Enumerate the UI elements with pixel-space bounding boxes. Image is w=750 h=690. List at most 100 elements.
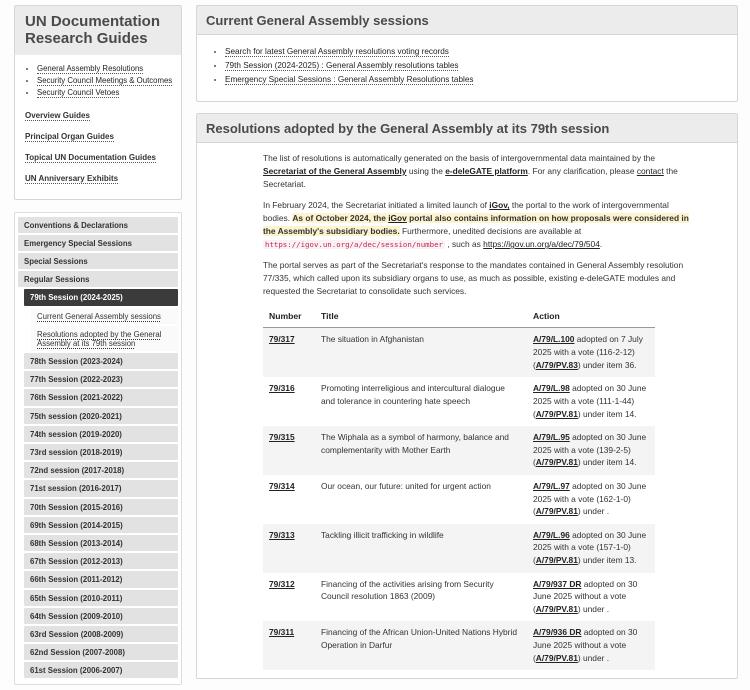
sidebar-item-label: 77th Session (2022-2023) xyxy=(30,375,123,384)
guide-bold-link[interactable]: Principal Organ Guides xyxy=(25,132,114,142)
sidebar-session-item[interactable]: 75th session (2020-2021) xyxy=(24,408,178,424)
resolution-number-cell: 79/314 xyxy=(263,475,315,524)
sidebar-session-item[interactable]: 72nd session (2017-2018) xyxy=(24,462,178,478)
inline-link[interactable]: Secretariat of the General Assembly xyxy=(263,166,407,176)
resolution-number-link[interactable]: 79/314 xyxy=(269,481,295,491)
sidebar-item-label: 71st session (2016-2017) xyxy=(30,484,121,493)
resolution-number-link[interactable]: 79/316 xyxy=(269,383,295,393)
current-session-link-item: Search for latest General Assembly resol… xyxy=(225,47,727,56)
inline-link[interactable]: contact xyxy=(637,166,664,176)
current-session-link[interactable]: Emergency Special Sessions : General Ass… xyxy=(225,75,473,85)
inline-link[interactable]: A/79/L.98 xyxy=(533,383,570,393)
main-content: Current General Assembly sessions Search… xyxy=(196,5,742,690)
sidebar-session-item[interactable]: 68th Session (2013-2014) xyxy=(24,535,178,551)
resolution-title-cell: Promoting interreligious and intercultur… xyxy=(315,377,527,426)
sidebar-session-item[interactable]: 67th Session (2012-2013) xyxy=(24,553,178,569)
column-header-number: Number xyxy=(263,306,315,328)
resolution-title-cell: The Wiphala as a symbol of harmony, bala… xyxy=(315,426,527,475)
sidebar-session-item[interactable]: 63rd Session (2008-2009) xyxy=(24,626,178,642)
guide-bold-link[interactable]: UN Anniversary Exhibits xyxy=(25,174,118,184)
resolution-number-link[interactable]: 79/312 xyxy=(269,579,295,589)
sidebar-session-item[interactable]: Special Sessions xyxy=(18,253,178,269)
inline-link[interactable]: https://igov.un.org/a/dec/79/504 xyxy=(483,239,600,249)
sidebar-session-item[interactable]: 70th Session (2015-2016) xyxy=(24,499,178,515)
sidebar-session-item[interactable]: 76th Session (2021-2022) xyxy=(24,389,178,405)
table-row: 79/311Financing of the African Union-Uni… xyxy=(263,621,655,670)
resolution-number-link[interactable]: 79/311 xyxy=(269,627,294,637)
sidebar-session-item[interactable]: 66th Session (2011-2012) xyxy=(24,571,178,587)
sidebar-item-label: 63rd Session (2008-2009) xyxy=(30,630,123,639)
current-session-link-item: 79th Session (2024-2025) : General Assem… xyxy=(225,61,727,70)
inline-link[interactable]: A/79/L.95 xyxy=(533,432,570,442)
text-segment: ) under item 13. xyxy=(578,555,637,565)
resolution-number-cell: 79/313 xyxy=(263,524,315,573)
sidebar-subpage-link[interactable]: Resolutions adopted by the General Assem… xyxy=(31,326,178,351)
resolution-number-link[interactable]: 79/317 xyxy=(269,334,295,344)
sidebar-session-item[interactable]: Regular Sessions xyxy=(18,271,178,287)
table-row: 79/312Financing of the activities arisin… xyxy=(263,573,655,622)
inline-link[interactable]: A/79/L.97 xyxy=(533,481,570,491)
sidebar-session-item[interactable]: 61st Session (2006-2007) xyxy=(24,662,178,678)
sidebar-session-item[interactable]: 74th session (2019-2020) xyxy=(24,426,178,442)
resolution-number-link[interactable]: 79/315 xyxy=(269,432,295,442)
resolution-action-cell: A/79/L.96 adopted on 30 June 2025 with a… xyxy=(527,524,655,573)
guide-link[interactable]: Security Council Meetings & Outcomes xyxy=(37,76,172,86)
sidebar-session-item[interactable]: 78th Session (2023-2024) xyxy=(24,353,178,369)
sidebar-item-active-session[interactable]: 79th Session (2024-2025) xyxy=(24,289,178,305)
sidebar-session-item[interactable]: Conventions & Declarations xyxy=(18,217,178,233)
inline-link[interactable]: A/79/PV.81 xyxy=(536,506,578,516)
guide-bold-link[interactable]: Overview Guides xyxy=(25,111,90,121)
guide-bold-link[interactable]: Topical UN Documentation Guides xyxy=(25,153,156,163)
guide-link[interactable]: General Assembly Resolutions xyxy=(37,64,143,74)
inline-link[interactable]: A/79/PV.81 xyxy=(536,604,578,614)
current-sessions-links: Search for latest General Assembly resol… xyxy=(209,47,727,84)
inline-link[interactable]: e-deleGATE platform xyxy=(445,166,528,176)
inline-link[interactable]: iGov, xyxy=(489,200,509,210)
inline-link[interactable]: A/79/L.96 xyxy=(533,530,570,540)
text-segment: ) under item 14. xyxy=(578,409,637,419)
current-session-link[interactable]: 79th Session (2024-2025) : General Assem… xyxy=(225,61,458,71)
sidebar-item-label: 75th session (2020-2021) xyxy=(30,412,122,421)
sidebar-item-label: 61st Session (2006-2007) xyxy=(30,666,122,675)
sidebar-session-item[interactable]: 62nd Session (2007-2008) xyxy=(24,644,178,660)
guide-link[interactable]: Security Council Vetoes xyxy=(37,88,119,98)
table-row: 79/314Our ocean, our future: united for … xyxy=(263,475,655,524)
inline-link[interactable]: A/79/936 DR xyxy=(533,627,581,637)
sidebar-item-label: Special Sessions xyxy=(24,257,88,266)
inline-link[interactable]: iGov xyxy=(388,213,407,223)
sidebar-subpage-link[interactable]: Current General Assembly sessions xyxy=(31,308,178,324)
text-segment: ) under . xyxy=(578,506,609,516)
sidebar-item-label: 68th Session (2013-2014) xyxy=(30,539,123,548)
text-segment: As of October 2024, the xyxy=(292,213,388,223)
sidebar-session-item[interactable]: 64th Session (2009-2010) xyxy=(24,608,178,624)
sidebar-item-label: 62nd Session (2007-2008) xyxy=(30,648,125,657)
inline-link[interactable]: A/79/PV.81 xyxy=(536,653,578,663)
resolutions-card: Resolutions adopted by the General Assem… xyxy=(196,113,738,679)
sidebar-session-item[interactable]: 77th Session (2022-2023) xyxy=(24,371,178,387)
sidebar: UN Documentation Research Guides General… xyxy=(14,5,182,690)
resolution-number-link[interactable]: 79/313 xyxy=(269,530,295,540)
table-row: 79/313 Tackling illicit trafficking in wi… xyxy=(263,524,655,573)
inline-link[interactable]: A/79/L.100 xyxy=(533,334,574,344)
column-header-action: Action xyxy=(527,306,655,328)
sidebar-item-label: 65th Session (2010-2011) xyxy=(30,594,122,603)
inline-link[interactable]: A/79/937 DR xyxy=(533,579,581,589)
resolution-number-cell: 79/312 xyxy=(263,573,315,622)
sidebar-session-item[interactable]: 73rd session (2018-2019) xyxy=(24,444,178,460)
current-session-link[interactable]: Search for latest General Assembly resol… xyxy=(225,47,449,57)
sidebar-session-item[interactable]: 65th Session (2010-2011) xyxy=(24,590,178,606)
table-row: 79/317The situation in AfghanistanA/79/L… xyxy=(263,328,655,377)
resolution-title-cell: Tackling illicit trafficking in wildlife xyxy=(315,524,527,573)
inline-link[interactable]: A/79/PV.81 xyxy=(536,409,578,419)
text-segment: The portal serves as part of the Secreta… xyxy=(263,260,683,296)
inline-link[interactable]: A/79/PV.81 xyxy=(536,457,578,467)
resolution-number-cell: 79/316 xyxy=(263,377,315,426)
inline-link[interactable]: A/79/PV.81 xyxy=(536,555,578,565)
code-snippet: https://igov.un.org/a/dec/session/number xyxy=(263,240,445,249)
inline-link[interactable]: A/79/PV.83 xyxy=(536,360,578,370)
sidebar-session-item[interactable]: 71st session (2016-2017) xyxy=(24,480,178,496)
sidebar-item-label: Resolutions adopted by the General Assem… xyxy=(37,330,161,348)
sidebar-session-item[interactable]: 69th Session (2014-2015) xyxy=(24,517,178,533)
sidebar-session-item[interactable]: Emergency Special Sessions xyxy=(18,235,178,251)
resolution-action-cell: A/79/L.100 adopted on 7 July 2025 with a… xyxy=(527,328,655,377)
